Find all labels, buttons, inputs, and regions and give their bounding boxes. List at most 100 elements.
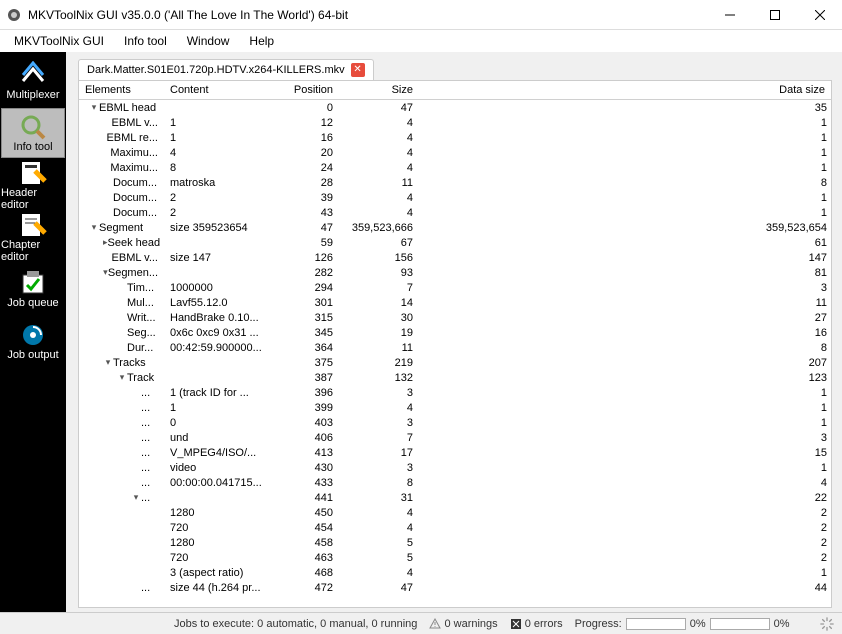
- cell-element: ...: [79, 432, 164, 444]
- table-row[interactable]: 128045042: [79, 505, 831, 520]
- table-row[interactable]: EBML re...11641: [79, 130, 831, 145]
- tabbar: Dark.Matter.S01E01.720p.HDTV.x264-KILLER…: [66, 52, 842, 80]
- cell-size: 4: [339, 507, 419, 519]
- table-row[interactable]: ...040331: [79, 415, 831, 430]
- cell-element: ▸Seek head: [79, 237, 164, 249]
- cell-size: 3: [339, 417, 419, 429]
- table-row[interactable]: Maximu...42041: [79, 145, 831, 160]
- sidebar-item-header-editor[interactable]: Header editor: [1, 160, 65, 210]
- cell-element: Docum...: [79, 177, 164, 189]
- progress-bar-total: [710, 618, 770, 630]
- cell-data-size: 2: [751, 507, 831, 519]
- status-warnings[interactable]: 0 warnings: [429, 618, 497, 630]
- col-size[interactable]: Size: [339, 81, 419, 99]
- cell-data-size: 1: [751, 117, 831, 129]
- menu-mkvtoolnix-gui[interactable]: MKVToolNix GUI: [4, 32, 114, 50]
- table-row[interactable]: EBML v...size 147126156147: [79, 250, 831, 265]
- cell-content: 1000000: [164, 282, 264, 294]
- status-errors[interactable]: 0 errors: [510, 618, 563, 630]
- table-row[interactable]: Docum...matroska28118: [79, 175, 831, 190]
- cell-position: 387: [264, 372, 339, 384]
- close-tab-icon[interactable]: ✕: [351, 63, 365, 77]
- cell-element: ...: [79, 462, 164, 474]
- table-row[interactable]: ...00:00:00.041715...43384: [79, 475, 831, 490]
- cell-data-size: 207: [751, 357, 831, 369]
- table-row[interactable]: ▾Tracks375219207: [79, 355, 831, 370]
- col-data-size[interactable]: Data size: [751, 81, 831, 99]
- cell-position: 406: [264, 432, 339, 444]
- maximize-button[interactable]: [752, 0, 797, 30]
- tree-toggle-icon[interactable]: ▾: [89, 102, 99, 113]
- cell-position: 430: [264, 462, 339, 474]
- tree-toggle-icon[interactable]: ▾: [131, 492, 141, 503]
- sidebar-item-info-tool[interactable]: Info tool: [1, 108, 65, 158]
- table-row[interactable]: Docum...24341: [79, 205, 831, 220]
- tree-toggle-icon[interactable]: ▾: [117, 372, 127, 383]
- cell-size: 4: [339, 192, 419, 204]
- col-content[interactable]: Content: [164, 81, 264, 99]
- cell-data-size: 11: [751, 297, 831, 309]
- table-row[interactable]: ...size 44 (h.264 pr...4724744: [79, 580, 831, 595]
- cell-size: 156: [339, 252, 419, 264]
- table-row[interactable]: ...und40673: [79, 430, 831, 445]
- table-row[interactable]: Tim...100000029473: [79, 280, 831, 295]
- cell-position: 441: [264, 492, 339, 504]
- close-button[interactable]: [797, 0, 842, 30]
- cell-content: 720: [164, 552, 264, 564]
- table-row[interactable]: ▸Seek head596761: [79, 235, 831, 250]
- table-row[interactable]: ▾Track387132123: [79, 370, 831, 385]
- cell-data-size: 1: [751, 387, 831, 399]
- minimize-button[interactable]: [707, 0, 752, 30]
- titlebar: MKVToolNix GUI v35.0.0 ('All The Love In…: [0, 0, 842, 30]
- table-row[interactable]: Writ...HandBrake 0.10...3153027: [79, 310, 831, 325]
- cell-data-size: 1: [751, 192, 831, 204]
- table-row[interactable]: ▾EBML head04735: [79, 100, 831, 115]
- col-position[interactable]: Position: [264, 81, 339, 99]
- table-row[interactable]: Seg...0x6c 0xc9 0x31 ...3451916: [79, 325, 831, 340]
- cell-content: 3 (aspect ratio): [164, 567, 264, 579]
- sidebar-item-chapter-editor[interactable]: Chapter editor: [1, 212, 65, 262]
- table-row[interactable]: Mul...Lavf55.12.03011411: [79, 295, 831, 310]
- cell-position: 433: [264, 477, 339, 489]
- cell-element: ...: [79, 447, 164, 459]
- cell-data-size: 1: [751, 147, 831, 159]
- cell-position: 43: [264, 207, 339, 219]
- table-row[interactable]: ▾...4413122: [79, 490, 831, 505]
- table-row[interactable]: 3 (aspect ratio)46841: [79, 565, 831, 580]
- table-row[interactable]: ...V_MPEG4/ISO/...4131715: [79, 445, 831, 460]
- tab-file[interactable]: Dark.Matter.S01E01.720p.HDTV.x264-KILLER…: [78, 59, 374, 80]
- sidebar-item-multiplexer[interactable]: Multiplexer: [1, 56, 65, 106]
- cell-position: 294: [264, 282, 339, 294]
- menu-help[interactable]: Help: [239, 32, 284, 50]
- table-row[interactable]: 72046352: [79, 550, 831, 565]
- table-row[interactable]: Dur...00:42:59.900000...364118: [79, 340, 831, 355]
- cell-size: 11: [339, 342, 419, 354]
- table-row[interactable]: Docum...23941: [79, 190, 831, 205]
- table-row[interactable]: ...1 (track ID for ...39631: [79, 385, 831, 400]
- tree-toggle-icon[interactable]: ▾: [89, 222, 99, 233]
- chapter-icon: [19, 211, 47, 239]
- table-row[interactable]: ...139941: [79, 400, 831, 415]
- table-body[interactable]: ▾EBML head04735EBML v...11241EBML re...1…: [79, 100, 831, 607]
- sidebar-item-job-output[interactable]: Job output: [1, 316, 65, 366]
- cell-data-size: 3: [751, 282, 831, 294]
- table-row[interactable]: ▾Segmen...2829381: [79, 265, 831, 280]
- table-row[interactable]: EBML v...11241: [79, 115, 831, 130]
- table-row[interactable]: Maximu...82441: [79, 160, 831, 175]
- table-row[interactable]: ...video43031: [79, 460, 831, 475]
- sidebar-item-job-queue[interactable]: Job queue: [1, 264, 65, 314]
- cell-data-size: 1: [751, 417, 831, 429]
- cell-element: ...: [79, 477, 164, 489]
- menu-info-tool[interactable]: Info tool: [114, 32, 177, 50]
- cell-element: ...: [79, 417, 164, 429]
- table-row[interactable]: 72045442: [79, 520, 831, 535]
- col-elements[interactable]: Elements: [79, 81, 164, 99]
- menu-window[interactable]: Window: [177, 32, 240, 50]
- table-row[interactable]: 128045852: [79, 535, 831, 550]
- cell-size: 47: [339, 102, 419, 114]
- cell-size: 67: [339, 237, 419, 249]
- table-row[interactable]: ▾Segmentsize 35952365447359,523,666359,5…: [79, 220, 831, 235]
- tree-toggle-icon[interactable]: ▾: [103, 357, 113, 368]
- cell-position: 28: [264, 177, 339, 189]
- cell-content: und: [164, 432, 264, 444]
